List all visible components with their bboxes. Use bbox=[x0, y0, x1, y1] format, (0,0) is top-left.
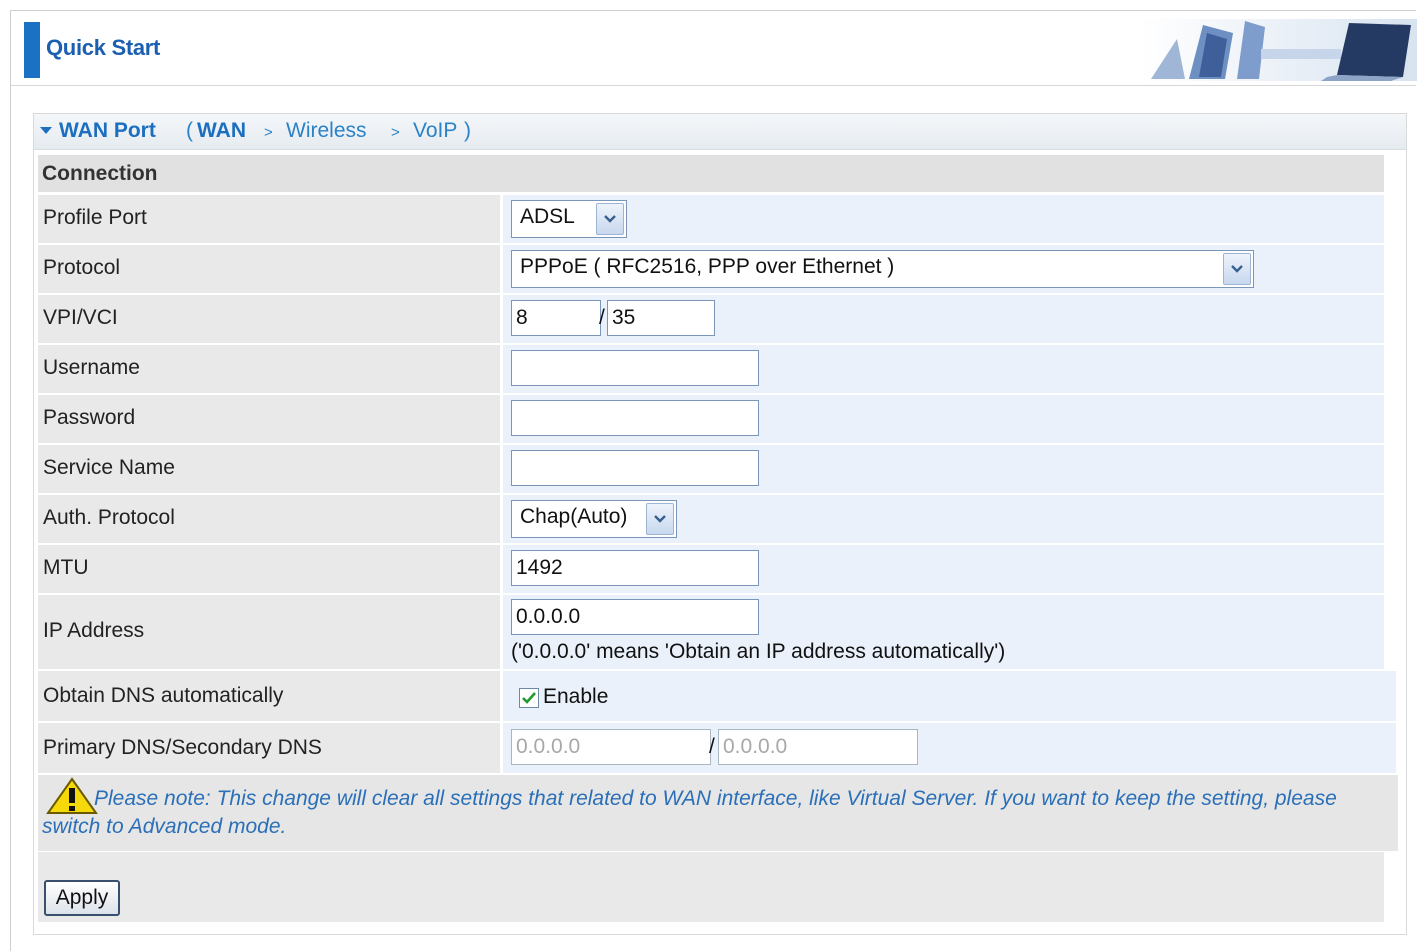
protocol-row: Protocol PPPoE ( RFC2516, PPP over Ether… bbox=[38, 245, 1384, 293]
quick-start-panel: Quick Start WAN Port (WAN > Wireless > … bbox=[10, 10, 1417, 951]
vpi-vci-label-cell: VPI/VCI bbox=[38, 295, 500, 343]
header-accent-bar bbox=[24, 22, 40, 78]
protocol-label: Protocol bbox=[43, 256, 121, 279]
breadcrumb-step-wireless[interactable]: Wireless bbox=[286, 119, 367, 143]
username-row: Username bbox=[38, 345, 1384, 393]
auth-protocol-select[interactable]: Chap(Auto) bbox=[511, 500, 677, 538]
breadcrumb-open-paren: ( bbox=[186, 119, 193, 142]
breadcrumb-separator: > bbox=[391, 124, 400, 141]
obtain-dns-value-cell: Enable bbox=[503, 671, 1396, 721]
dropdown-arrow-icon[interactable] bbox=[596, 203, 624, 235]
dropdown-arrow-icon[interactable] bbox=[646, 503, 674, 535]
username-input[interactable] bbox=[511, 350, 759, 386]
connection-header: Connection bbox=[38, 155, 1384, 192]
password-input[interactable] bbox=[511, 400, 759, 436]
username-label-cell: Username bbox=[38, 345, 500, 393]
breadcrumb-separator: > bbox=[264, 124, 273, 141]
wan-port-section: WAN Port ( WAN > Wireless > VoIP ) Conne… bbox=[33, 113, 1407, 935]
breadcrumb: WAN Port ( WAN > Wireless > VoIP ) bbox=[34, 114, 1406, 150]
service-name-input[interactable] bbox=[511, 450, 759, 486]
breadcrumb-step-voip[interactable]: VoIP bbox=[413, 119, 457, 143]
obtain-dns-enable-label[interactable]: Enable bbox=[543, 685, 608, 709]
vpi-vci-separator: / bbox=[599, 306, 605, 329]
protocol-select[interactable]: PPPoE ( RFC2516, PPP over Ethernet ) bbox=[511, 250, 1254, 288]
password-label: Password bbox=[43, 406, 136, 429]
dns-separator: / bbox=[709, 735, 715, 758]
profile-port-select[interactable]: ADSL bbox=[511, 200, 627, 238]
obtain-dns-checkbox[interactable] bbox=[519, 688, 539, 708]
password-value-cell bbox=[503, 395, 1384, 443]
password-label-cell: Password bbox=[38, 395, 500, 443]
vci-input[interactable]: 35 bbox=[607, 300, 715, 336]
page-title: Quick Start bbox=[46, 35, 161, 60]
apply-button[interactable]: Apply bbox=[44, 880, 120, 916]
auth-protocol-label: Auth. Protocol bbox=[43, 506, 175, 529]
protocol-selected: PPPoE ( RFC2516, PPP over Ethernet ) bbox=[520, 255, 895, 278]
header-decorative-image bbox=[1141, 19, 1417, 81]
ip-address-label-cell: IP Address bbox=[38, 595, 500, 669]
warning-note: Please note: This change will clear all … bbox=[38, 775, 1398, 851]
breadcrumb-step-wan[interactable]: WAN bbox=[197, 119, 246, 143]
obtain-dns-row: Obtain DNS automatically Enable bbox=[38, 671, 1396, 721]
protocol-value-cell: PPPoE ( RFC2516, PPP over Ethernet ) bbox=[503, 245, 1384, 293]
ip-address-value-cell: 0.0.0.0 ('0.0.0.0' means 'Obtain an IP a… bbox=[503, 595, 1384, 669]
ip-address-hint: ('0.0.0.0' means 'Obtain an IP address a… bbox=[511, 640, 1006, 663]
breadcrumb-current[interactable]: WAN Port bbox=[59, 119, 156, 143]
mtu-label: MTU bbox=[43, 556, 89, 579]
ip-address-input[interactable]: 0.0.0.0 bbox=[511, 599, 759, 635]
profile-port-selected: ADSL bbox=[520, 205, 575, 228]
username-value-cell bbox=[503, 345, 1384, 393]
mtu-value-cell: 1492 bbox=[503, 545, 1384, 593]
profile-port-row: Profile Port ADSL bbox=[38, 195, 1384, 243]
vpi-input[interactable]: 8 bbox=[511, 300, 601, 336]
profile-port-label: Profile Port bbox=[43, 206, 147, 229]
apply-area: Apply bbox=[38, 852, 1384, 922]
vpi-vci-label: VPI/VCI bbox=[43, 306, 118, 329]
mtu-input[interactable]: 1492 bbox=[511, 550, 759, 586]
secondary-dns-input[interactable]: 0.0.0.0 bbox=[718, 729, 918, 765]
auth-protocol-row: Auth. Protocol Chap(Auto) bbox=[38, 495, 1384, 543]
service-name-row: Service Name bbox=[38, 445, 1384, 493]
obtain-dns-label-cell: Obtain DNS automatically bbox=[38, 671, 500, 721]
service-name-value-cell bbox=[503, 445, 1384, 493]
breadcrumb-arrow-icon[interactable] bbox=[40, 127, 52, 134]
ip-address-row: IP Address 0.0.0.0 ('0.0.0.0' means 'Obt… bbox=[38, 595, 1384, 669]
username-label: Username bbox=[43, 356, 140, 379]
checkmark-icon bbox=[522, 692, 536, 704]
primary-dns-input[interactable]: 0.0.0.0 bbox=[511, 729, 711, 765]
profile-port-label-cell: Profile Port bbox=[38, 195, 500, 243]
dns-row: Primary DNS/Secondary DNS 0.0.0.0 / 0.0.… bbox=[38, 723, 1396, 773]
vpi-vci-value-cell: 8 / 35 bbox=[503, 295, 1384, 343]
service-name-label: Service Name bbox=[43, 456, 175, 479]
connection-title: Connection bbox=[42, 162, 158, 185]
obtain-dns-label: Obtain DNS automatically bbox=[43, 684, 284, 707]
service-name-label-cell: Service Name bbox=[38, 445, 500, 493]
auth-protocol-selected: Chap(Auto) bbox=[520, 505, 628, 528]
auth-protocol-value-cell: Chap(Auto) bbox=[503, 495, 1384, 543]
auth-protocol-label-cell: Auth. Protocol bbox=[38, 495, 500, 543]
protocol-label-cell: Protocol bbox=[38, 245, 500, 293]
profile-port-value-cell: ADSL bbox=[503, 195, 1384, 243]
dns-value-cell: 0.0.0.0 / 0.0.0.0 bbox=[503, 723, 1396, 773]
mtu-label-cell: MTU bbox=[38, 545, 500, 593]
dns-label: Primary DNS/Secondary DNS bbox=[43, 736, 322, 759]
dropdown-arrow-icon[interactable] bbox=[1223, 253, 1251, 285]
dns-label-cell: Primary DNS/Secondary DNS bbox=[38, 723, 500, 773]
warning-note-text: Please note: This change will clear all … bbox=[42, 787, 1337, 838]
vpi-vci-row: VPI/VCI 8 / 35 bbox=[38, 295, 1384, 343]
mtu-row: MTU 1492 bbox=[38, 545, 1384, 593]
page-header: Quick Start bbox=[11, 11, 1417, 86]
password-row: Password bbox=[38, 395, 1384, 443]
ip-address-label: IP Address bbox=[43, 619, 145, 642]
breadcrumb-close-paren: ) bbox=[464, 119, 471, 142]
